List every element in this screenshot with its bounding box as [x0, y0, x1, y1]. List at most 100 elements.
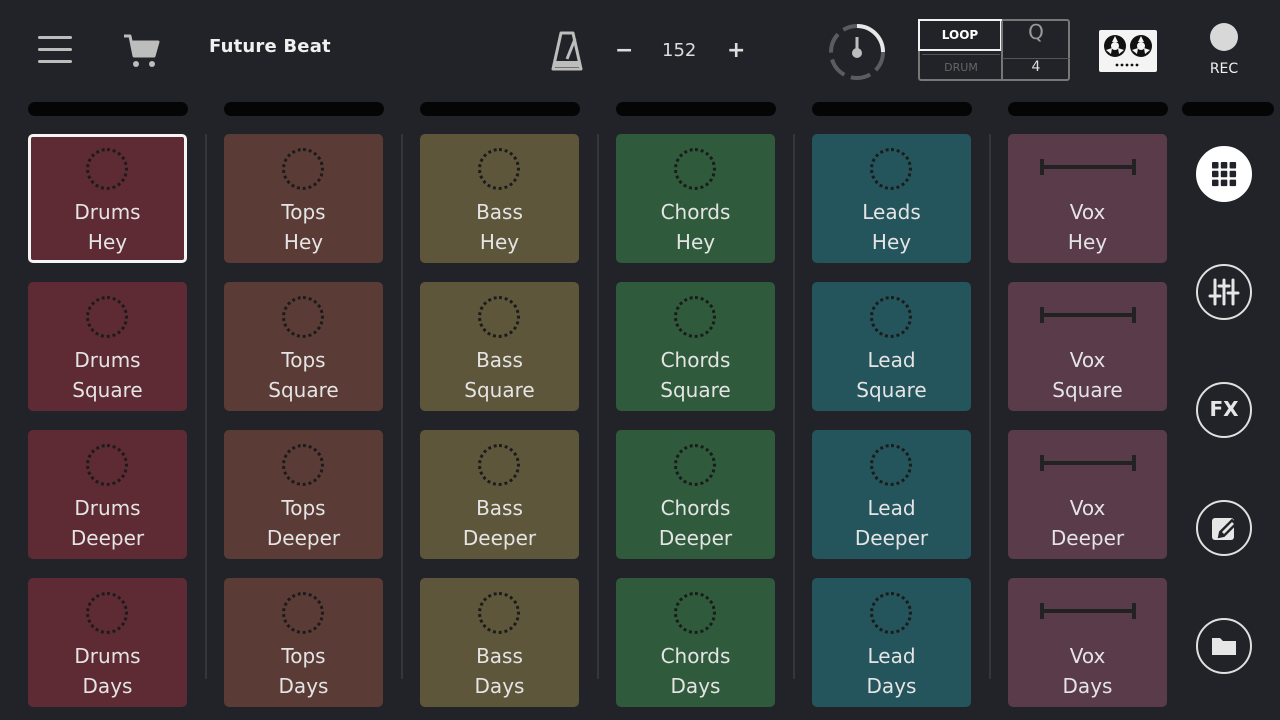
edit-button[interactable] — [1196, 500, 1252, 556]
column-separator — [205, 134, 207, 679]
pad-variant: Deeper — [1050, 526, 1125, 550]
tempo-value: 152 — [662, 40, 697, 61]
pad-variant: Deeper — [70, 526, 145, 550]
pad-vox-days[interactable]: Vox Days — [1008, 578, 1167, 707]
pad-progress-ring — [870, 592, 912, 634]
pad-variant: Hey — [1067, 230, 1108, 254]
pad-chords-hey[interactable]: Chords Hey — [616, 134, 775, 263]
pad-progress-ring — [870, 444, 912, 486]
pad-name: Vox — [1069, 644, 1106, 668]
pad-tops-days[interactable]: Tops Days — [224, 578, 383, 707]
pad-tops-deeper[interactable]: Tops Deeper — [224, 430, 383, 559]
cassette-icon[interactable] — [1099, 30, 1157, 76]
pad-name: Chords — [660, 644, 731, 668]
mixer-button[interactable] — [1196, 264, 1252, 320]
pad-lead-square[interactable]: Lead Square — [812, 282, 971, 411]
pad-leads-hey[interactable]: Leads Hey — [812, 134, 971, 263]
pad-variant: Deeper — [462, 526, 537, 550]
pad-progress-ring — [282, 444, 324, 486]
pad-progress-ring — [478, 148, 520, 190]
pad-name: Vox — [1069, 348, 1106, 372]
pad-tops-hey[interactable]: Tops Hey — [224, 134, 383, 263]
pad-variant: Square — [660, 378, 731, 402]
pad-chords-days[interactable]: Chords Days — [616, 578, 775, 707]
pad-variant: Square — [268, 378, 339, 402]
column-bar-vox[interactable] — [1008, 102, 1168, 116]
pad-waveform-line — [1040, 159, 1136, 175]
pad-bass-square[interactable]: Bass Square — [420, 282, 579, 411]
pad-name: Vox — [1069, 496, 1106, 520]
pad-variant: Hey — [871, 230, 912, 254]
pad-variant: Deeper — [266, 526, 341, 550]
grid-view-button[interactable] — [1196, 146, 1252, 202]
pad-name: Drums — [74, 644, 141, 668]
metronome-icon[interactable] — [551, 31, 583, 75]
grid-icon — [1212, 162, 1237, 187]
record-label: REC — [1209, 61, 1239, 77]
pad-name: Lead — [867, 496, 916, 520]
column-bar-drums[interactable] — [28, 102, 188, 116]
pad-name: Lead — [867, 348, 916, 372]
pad-variant: Days — [1062, 674, 1113, 698]
pad-variant: Deeper — [854, 526, 929, 550]
pad-progress-ring — [282, 592, 324, 634]
pad-name: Chords — [660, 348, 731, 372]
pad-progress-ring — [282, 296, 324, 338]
cart-icon[interactable] — [122, 34, 160, 74]
pad-variant: Square — [72, 378, 143, 402]
folder-button[interactable] — [1196, 618, 1252, 674]
tempo-increase-button[interactable]: + — [727, 38, 745, 63]
pad-bass-hey[interactable]: Bass Hey — [420, 134, 579, 263]
column-bar-master[interactable] — [1182, 102, 1274, 116]
pad-drums-days[interactable]: Drums Days — [28, 578, 187, 707]
drum-mode-button[interactable]: DRUM — [922, 54, 1000, 81]
pad-progress-ring — [86, 296, 128, 338]
fx-button[interactable]: FX — [1196, 382, 1252, 438]
column-bar-leads[interactable] — [812, 102, 972, 116]
column-separator — [401, 134, 403, 679]
column-bar-bass[interactable] — [420, 102, 580, 116]
pad-chords-square[interactable]: Chords Square — [616, 282, 775, 411]
pad-tops-square[interactable]: Tops Square — [224, 282, 383, 411]
pad-name: Lead — [867, 644, 916, 668]
loop-mode-button[interactable]: LOOP — [918, 19, 1002, 51]
pad-progress-ring — [870, 148, 912, 190]
pad-progress-ring — [674, 592, 716, 634]
pad-name: Bass — [476, 200, 523, 224]
pad-name: Bass — [476, 496, 523, 520]
menu-icon[interactable] — [38, 36, 74, 64]
pad-drums-square[interactable]: Drums Square — [28, 282, 187, 411]
tempo-decrease-button[interactable]: − — [615, 38, 633, 63]
pad-chords-deeper[interactable]: Chords Deeper — [616, 430, 775, 559]
column-bar-tops[interactable] — [224, 102, 384, 116]
pad-name: Chords — [660, 496, 731, 520]
pad-progress-ring — [674, 444, 716, 486]
pad-variant: Days — [278, 674, 329, 698]
pad-bass-days[interactable]: Bass Days — [420, 578, 579, 707]
pad-progress-ring — [478, 444, 520, 486]
pad-bass-deeper[interactable]: Bass Deeper — [420, 430, 579, 559]
quantize-label[interactable]: Q — [1002, 20, 1070, 44]
pad-progress-ring — [282, 148, 324, 190]
pad-lead-days[interactable]: Lead Days — [812, 578, 971, 707]
pad-progress-ring — [674, 148, 716, 190]
pad-progress-ring — [86, 148, 128, 190]
top-toolbar: Future Beat − 152 + LOOP DRUM Q 4 REC — [0, 0, 1280, 100]
pad-vox-deeper[interactable]: Vox Deeper — [1008, 430, 1167, 559]
pad-vox-square[interactable]: Vox Square — [1008, 282, 1167, 411]
pad-drums-hey[interactable]: Drums Hey — [28, 134, 187, 263]
pad-vox-hey[interactable]: Vox Hey — [1008, 134, 1167, 263]
pad-variant: Days — [474, 674, 525, 698]
pad-name: Tops — [281, 644, 326, 668]
fx-label: FX — [1209, 397, 1239, 421]
pad-progress-ring — [870, 296, 912, 338]
quantize-value[interactable]: 4 — [1002, 58, 1070, 75]
pad-variant: Hey — [479, 230, 520, 254]
column-bar-chords[interactable] — [616, 102, 776, 116]
pad-drums-deeper[interactable]: Drums Deeper — [28, 430, 187, 559]
timer-dial-icon[interactable] — [826, 21, 888, 87]
pad-lead-deeper[interactable]: Lead Deeper — [812, 430, 971, 559]
pad-variant: Hey — [675, 230, 716, 254]
pad-variant: Days — [866, 674, 917, 698]
record-button[interactable] — [1210, 23, 1238, 51]
